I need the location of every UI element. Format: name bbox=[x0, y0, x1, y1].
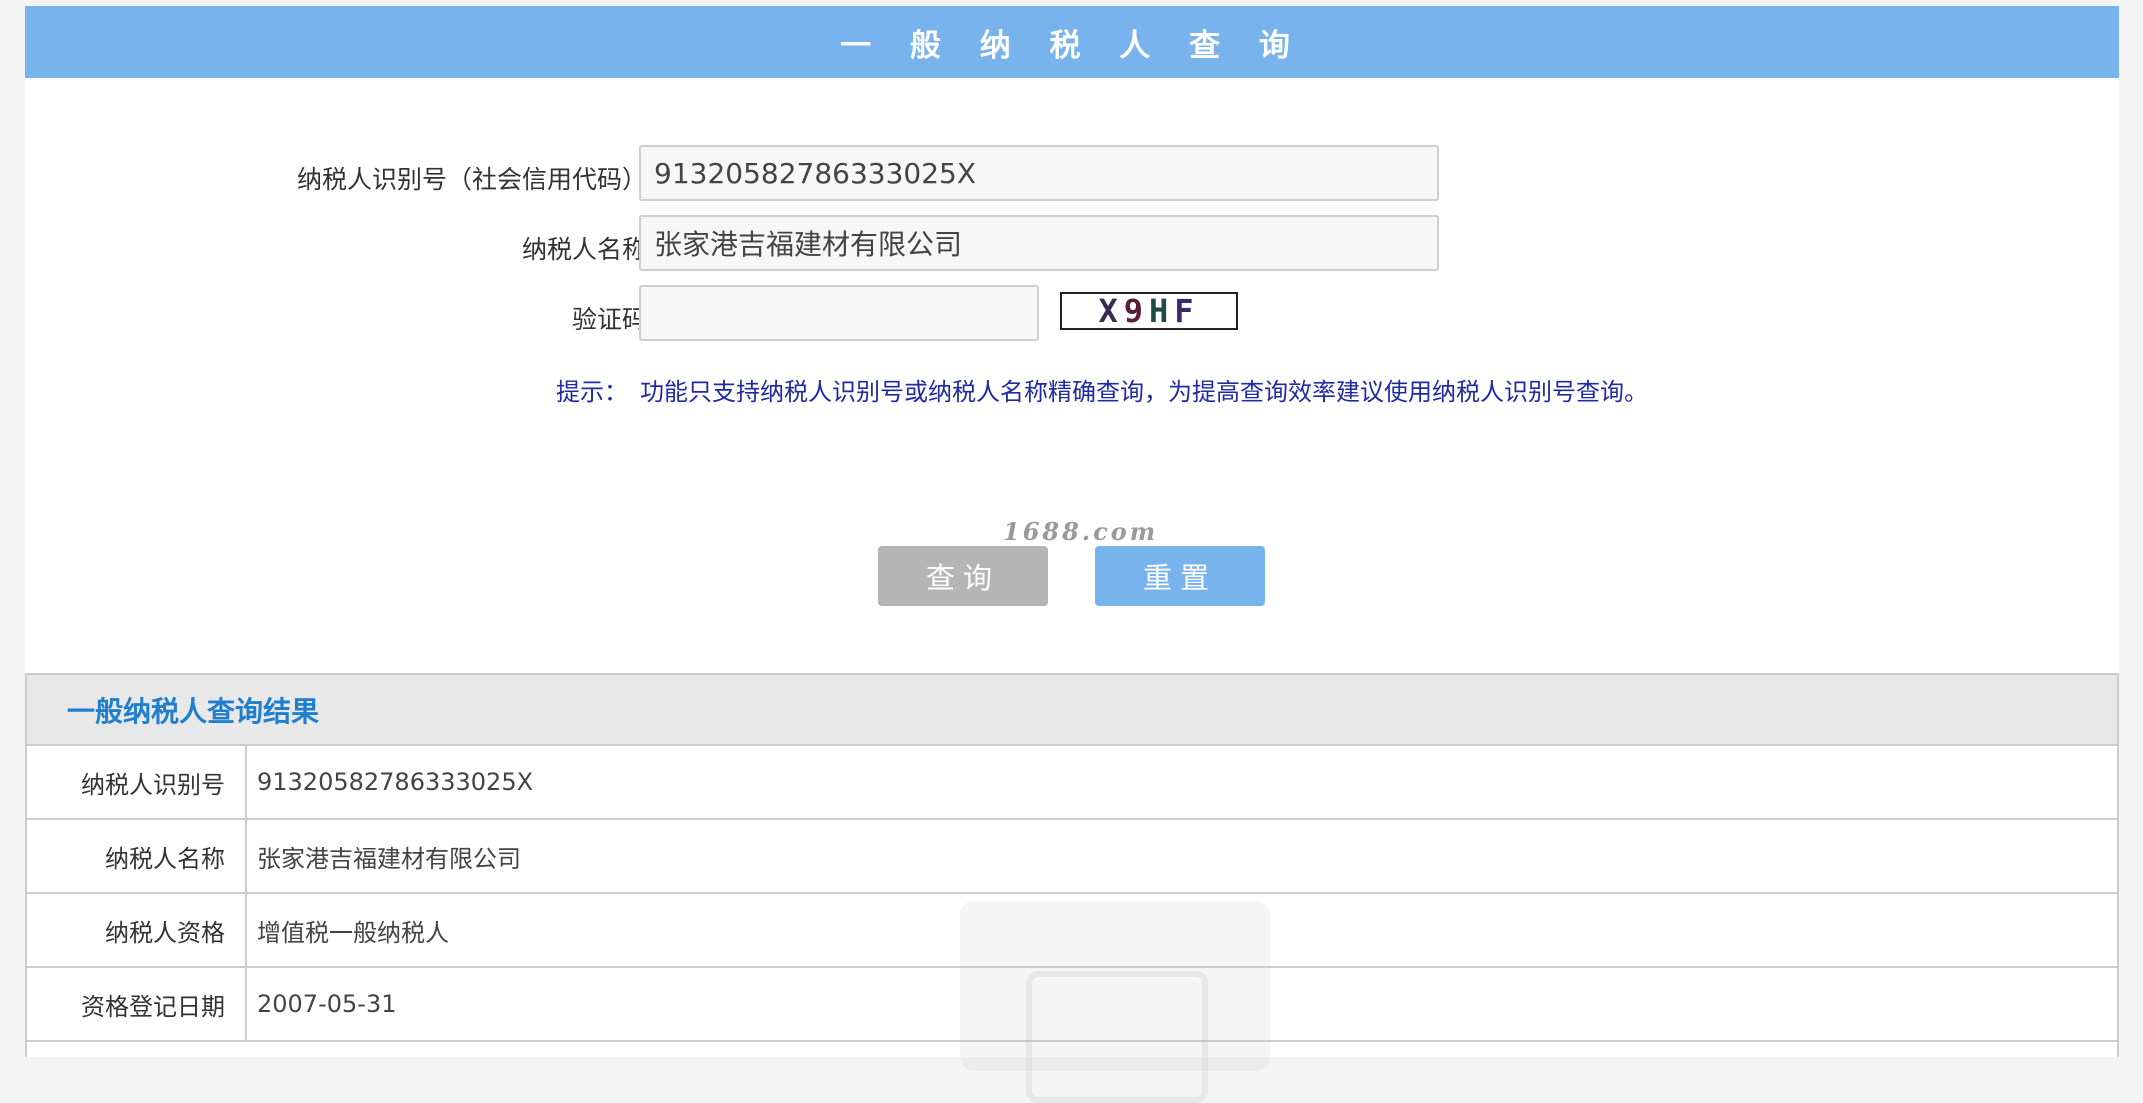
captcha-char-3: H bbox=[1149, 292, 1175, 330]
watermark-logo: 1688.com bbox=[1003, 517, 1159, 546]
taxpayer-name-input[interactable]: 张家港吉福建材有限公司 bbox=[639, 215, 1439, 271]
row-value: 张家港吉福建材有限公司 bbox=[257, 844, 521, 873]
table-row: 纳税人识别号 91320582786333025X bbox=[27, 746, 2117, 820]
row-label: 纳税人识别号 bbox=[27, 746, 247, 818]
result-panel: 一般纳税人查询结果 纳税人识别号 91320582786333025X 纳税人名… bbox=[25, 673, 2119, 1057]
taxpayer-id-input[interactable]: 91320582786333025X bbox=[639, 145, 1439, 201]
result-header: 一般纳税人查询结果 bbox=[27, 675, 2117, 746]
row-value: 91320582786333025X bbox=[257, 768, 534, 796]
row-label: 资格登记日期 bbox=[27, 968, 247, 1040]
hint-label: 提示： bbox=[556, 378, 628, 406]
page-title-bar: 一 般 纳 税 人 查 询 bbox=[25, 6, 2119, 78]
row-value: 增值税一般纳税人 bbox=[257, 918, 449, 947]
reset-button[interactable]: 重置 bbox=[1095, 546, 1265, 606]
result-title: 一般纳税人查询结果 bbox=[67, 694, 320, 728]
page-title: 一 般 纳 税 人 查 询 bbox=[840, 27, 1304, 64]
captcha-char-2: 9 bbox=[1123, 292, 1149, 330]
captcha-image[interactable]: X9HF bbox=[1060, 292, 1238, 330]
query-page: 一 般 纳 税 人 查 询 纳税人识别号（社会信用代码） 91320582786… bbox=[25, 6, 2119, 1103]
table-row: 纳税人名称 张家港吉福建材有限公司 bbox=[27, 820, 2117, 894]
captcha-char-1: X bbox=[1098, 292, 1124, 330]
row-value: 2007-05-31 bbox=[257, 990, 397, 1018]
captcha-input[interactable] bbox=[639, 285, 1039, 341]
hint-text: 功能只支持纳税人识别号或纳税人名称精确查询，为提高查询效率建议使用纳税人识别号查… bbox=[640, 378, 1648, 406]
row-label: 纳税人名称 bbox=[27, 820, 247, 892]
table-row: 资格登记日期 2007-05-31 bbox=[27, 968, 2117, 1042]
taxpayer-name-value: 张家港吉福建材有限公司 bbox=[654, 228, 963, 261]
query-button[interactable]: 查询 bbox=[878, 546, 1048, 606]
taxpayer-id-value: 91320582786333025X bbox=[654, 156, 977, 190]
taxpayer-name-label: 纳税人名称 bbox=[521, 235, 647, 264]
table-row: 纳税人资格 增值税一般纳税人 bbox=[27, 894, 2117, 968]
taxpayer-id-label: 纳税人识别号（社会信用代码） bbox=[296, 165, 647, 194]
row-label: 纳税人资格 bbox=[27, 894, 247, 966]
captcha-label: 验证码 bbox=[571, 305, 647, 334]
captcha-char-4: F bbox=[1174, 292, 1200, 330]
